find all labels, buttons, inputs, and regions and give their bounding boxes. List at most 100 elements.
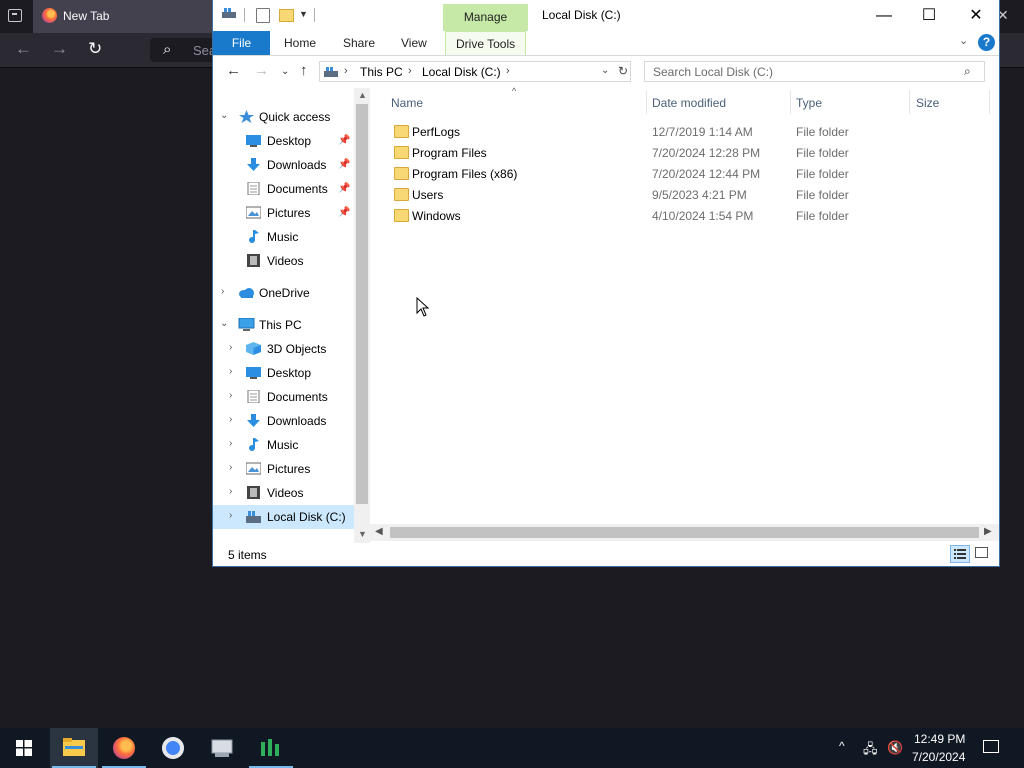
file-row[interactable]: Windows 4/10/2024 1:54 PM File folder [370, 205, 999, 226]
properties-icon[interactable] [256, 8, 270, 23]
taskbar-chrome[interactable] [149, 728, 197, 768]
search-input[interactable] [651, 64, 955, 80]
tab-home[interactable]: Home [284, 31, 316, 55]
search-box[interactable]: ⌕ [644, 61, 985, 82]
nav-item-local-disk[interactable]: › Local Disk (C:) [213, 505, 354, 529]
nav-item-pc-documents[interactable]: › Documents [213, 385, 354, 409]
clock-date[interactable]: 7/20/2024 [912, 750, 965, 764]
chevron-right-icon[interactable]: › [229, 366, 232, 377]
nav-item-videos[interactable]: Videos [213, 249, 354, 273]
nav-item-3d-objects[interactable]: › 3D Objects [213, 337, 354, 361]
tab-view[interactable]: View [401, 31, 427, 55]
address-bar[interactable]: › This PC › Local Disk (C:) › ⌄ ↻ [319, 61, 631, 82]
help-icon[interactable]: ? [978, 34, 995, 51]
browser-tab[interactable]: New Tab [33, 0, 213, 33]
tab-file[interactable]: File [213, 31, 270, 55]
chevron-right-icon[interactable]: › [229, 414, 232, 425]
customize-toolbar-icon[interactable]: ▼ [299, 9, 308, 19]
forward-arrow-icon[interactable]: → [51, 39, 68, 59]
chevron-right-icon[interactable]: › [229, 438, 232, 449]
network-icon[interactable]: 🖧 [863, 740, 878, 762]
chevron-down-icon[interactable]: ⌄ [220, 318, 228, 329]
notification-icon[interactable] [983, 740, 999, 753]
pin-icon[interactable]: 📌 [338, 159, 350, 170]
horizontal-scrollbar[interactable]: ◀ ▶ [370, 524, 999, 541]
nav-item-music[interactable]: Music [213, 225, 354, 249]
scroll-up-icon[interactable]: ▲ [358, 90, 367, 100]
scroll-left-icon[interactable]: ◀ [375, 526, 383, 537]
nav-item-pc-downloads[interactable]: › Downloads [213, 409, 354, 433]
new-folder-icon[interactable] [279, 9, 294, 22]
large-icons-view-button[interactable] [975, 547, 988, 558]
column-divider[interactable] [646, 90, 647, 114]
file-row[interactable]: Program Files (x86) 7/20/2024 12:44 PM F… [370, 163, 999, 184]
tab-list-icon[interactable] [8, 9, 22, 22]
column-divider[interactable] [989, 90, 990, 114]
column-divider[interactable] [790, 90, 791, 114]
column-divider[interactable] [909, 90, 910, 114]
expand-ribbon-icon[interactable]: ⌄ [959, 34, 968, 47]
scrollbar-thumb[interactable] [390, 527, 979, 538]
nav-item-pc-desktop[interactable]: › Desktop [213, 361, 354, 385]
address-dropdown-icon[interactable]: ⌄ [601, 65, 609, 76]
nav-item-desktop[interactable]: Desktop 📌 [213, 129, 354, 153]
forward-button[interactable]: → [254, 62, 269, 79]
nav-item-pc-music[interactable]: › Music [213, 433, 354, 457]
scroll-down-icon[interactable]: ▼ [358, 529, 367, 539]
details-view-button[interactable] [950, 545, 970, 563]
pin-icon[interactable]: 📌 [338, 207, 350, 218]
nav-item-pc-videos[interactable]: › Videos [213, 481, 354, 505]
manage-contextual-tab[interactable]: Manage [443, 4, 528, 31]
scroll-right-icon[interactable]: ▶ [984, 526, 992, 537]
nav-item-documents[interactable]: Documents 📌 [213, 177, 354, 201]
breadcrumb-this-pc[interactable]: This PC [360, 65, 403, 79]
nav-item-downloads[interactable]: Downloads 📌 [213, 153, 354, 177]
nav-scrollbar[interactable]: ▲ ▼ [354, 88, 370, 543]
reload-icon[interactable]: ↻ [88, 39, 102, 59]
nav-onedrive[interactable]: › OneDrive [213, 281, 354, 305]
file-row[interactable]: Program Files 7/20/2024 12:28 PM File fo… [370, 142, 999, 163]
back-arrow-icon[interactable]: ← [15, 39, 32, 59]
nav-item-pictures[interactable]: Pictures 📌 [213, 201, 354, 225]
minimize-button[interactable]: — [861, 0, 907, 31]
close-button[interactable]: ✕ [953, 0, 999, 31]
chevron-right-icon[interactable]: › [344, 65, 348, 77]
column-header-size[interactable]: Size [916, 96, 939, 110]
nav-quick-access[interactable]: ⌄ Quick access [213, 105, 354, 129]
chevron-right-icon[interactable]: › [408, 65, 412, 77]
taskbar-app-green[interactable] [247, 728, 295, 768]
file-row[interactable]: Users 9/5/2023 4:21 PM File folder [370, 184, 999, 205]
maximize-button[interactable]: ☐ [906, 0, 952, 31]
nav-item-pc-pictures[interactable]: › Pictures [213, 457, 354, 481]
back-button[interactable]: ← [226, 62, 241, 79]
chevron-right-icon[interactable]: › [229, 462, 232, 473]
chevron-right-icon[interactable]: › [229, 390, 232, 401]
volume-muted-icon[interactable]: 🔇 [887, 740, 903, 756]
chevron-right-icon[interactable]: › [229, 486, 232, 497]
up-button[interactable]: ↑ [300, 62, 308, 79]
column-header-type[interactable]: Type [796, 96, 822, 110]
windows-start-icon[interactable] [16, 740, 32, 756]
scrollbar-thumb[interactable] [356, 104, 368, 504]
nav-this-pc[interactable]: ⌄ This PC [213, 313, 354, 337]
tab-drive-tools[interactable]: Drive Tools [445, 31, 527, 55]
chevron-down-icon[interactable]: ⌄ [220, 110, 228, 121]
column-header-date[interactable]: Date modified [652, 96, 726, 110]
chevron-right-icon[interactable]: › [506, 65, 510, 77]
chevron-right-icon[interactable]: › [229, 510, 232, 521]
column-header-name[interactable]: Name [391, 96, 423, 110]
taskbar-firefox[interactable] [100, 728, 148, 768]
taskbar-file-explorer[interactable] [50, 728, 98, 768]
tab-share[interactable]: Share [343, 31, 375, 55]
pin-icon[interactable]: 📌 [338, 183, 350, 194]
pin-icon[interactable]: 📌 [338, 135, 350, 146]
taskbar-app[interactable] [198, 728, 246, 768]
refresh-icon[interactable]: ↻ [618, 64, 628, 78]
clock-time[interactable]: 12:49 PM [914, 732, 965, 746]
recent-locations-icon[interactable]: ⌄ [281, 66, 289, 77]
show-hidden-icons-icon[interactable]: ^ [839, 739, 845, 753]
breadcrumb-local-disk[interactable]: Local Disk (C:) [422, 65, 501, 79]
chevron-right-icon[interactable]: › [221, 286, 224, 297]
chevron-right-icon[interactable]: › [229, 342, 232, 353]
file-row[interactable]: PerfLogs 12/7/2019 1:14 AM File folder [370, 121, 999, 142]
